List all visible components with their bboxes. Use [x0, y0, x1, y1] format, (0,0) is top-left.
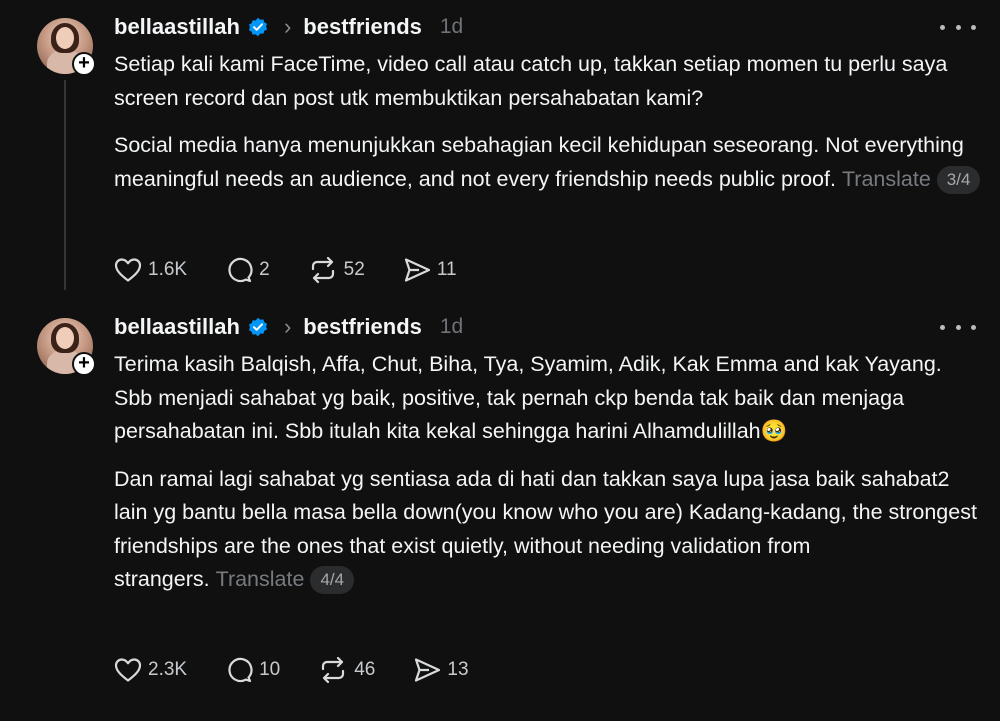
username[interactable]: bellaastillah — [114, 314, 240, 340]
reply-count: 2 — [259, 259, 270, 280]
like-count: 2.3K — [148, 659, 188, 680]
repost-count: 52 — [343, 259, 365, 280]
reply-button[interactable]: 10 — [225, 657, 280, 683]
heart-icon — [114, 658, 142, 682]
community-name[interactable]: bestfriends — [303, 14, 422, 40]
post-paragraph: Social media hanya menunjukkan sebahagia… — [114, 129, 984, 196]
post-header: bellaastillah › bestfriends 1d — [114, 312, 463, 342]
post-paragraph: Terima kasih Balqish, Affa, Chut, Biha, … — [114, 352, 942, 443]
follow-plus-icon[interactable]: + — [72, 352, 96, 376]
avatar[interactable]: + — [37, 318, 96, 376]
share-count: 11 — [436, 259, 457, 280]
translate-link[interactable]: Translate — [842, 167, 931, 191]
post-header: bellaastillah › bestfriends 1d — [114, 12, 463, 42]
share-button[interactable]: 13 — [413, 657, 469, 683]
post-text: Setiap kali kami FaceTime, video call at… — [114, 48, 984, 196]
username[interactable]: bellaastillah — [114, 14, 240, 40]
post-paragraph: Dan ramai lagi sahabat yg sentiasa ada d… — [114, 463, 984, 597]
like-button[interactable]: 1.6K — [114, 257, 187, 283]
send-icon — [415, 658, 441, 682]
repost-count: 46 — [354, 659, 376, 680]
more-options-icon[interactable] — [940, 15, 976, 39]
chevron-right-icon: › — [283, 314, 292, 339]
post-text: Terima kasih Balqish, Affa, Chut, Biha, … — [114, 348, 984, 597]
comment-icon — [228, 657, 253, 683]
avatar[interactable]: + — [37, 18, 96, 76]
thread-pager: 4/4 — [310, 566, 355, 594]
send-icon — [404, 258, 430, 282]
thread-post: + bellaastillah › bestfriends 1d Setiap … — [0, 0, 1000, 300]
repost-icon — [311, 257, 334, 283]
like-count: 1.6K — [148, 259, 188, 280]
share-button[interactable]: 11 — [403, 257, 457, 283]
action-bar: 2.3K 10 46 13 — [114, 655, 507, 685]
thread-pager: 3/4 — [936, 165, 981, 194]
chevron-right-icon: › — [283, 14, 292, 39]
repost-button[interactable]: 52 — [308, 257, 365, 283]
timestamp: 1d — [439, 15, 464, 38]
like-button[interactable]: 2.3K — [114, 657, 187, 683]
more-options-icon[interactable] — [940, 315, 976, 339]
repost-icon — [322, 657, 345, 683]
timestamp: 1d — [439, 315, 464, 338]
verified-badge-icon — [248, 17, 267, 37]
community-name[interactable]: bestfriends — [303, 314, 422, 340]
post-paragraph: Setiap kali kami FaceTime, video call at… — [114, 52, 948, 110]
thread-post: + bellaastillah › bestfriends 1d Terima … — [0, 300, 1000, 721]
thread-line — [64, 80, 66, 290]
follow-plus-icon[interactable]: + — [72, 52, 96, 76]
reply-button[interactable]: 2 — [225, 257, 270, 283]
comment-icon — [228, 257, 253, 283]
share-count: 13 — [447, 659, 469, 680]
verified-badge-icon — [248, 317, 267, 337]
action-bar: 1.6K 2 52 11 — [114, 255, 495, 285]
translate-link[interactable]: Translate — [216, 567, 305, 591]
repost-button[interactable]: 46 — [318, 657, 375, 683]
heart-icon — [114, 258, 142, 282]
reply-count: 10 — [259, 659, 281, 680]
